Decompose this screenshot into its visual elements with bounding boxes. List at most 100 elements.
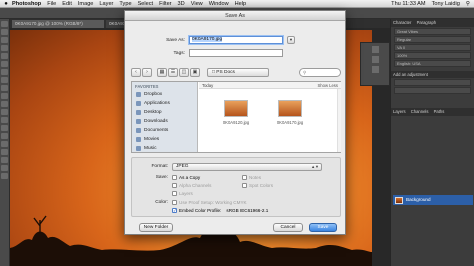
menu-app-name[interactable]: Photoshop (12, 1, 41, 7)
marquee-tool-icon[interactable] (1, 29, 8, 35)
tab-character[interactable]: Character (393, 20, 411, 25)
eraser-tool-icon[interactable] (1, 101, 8, 107)
adjustments-row[interactable] (394, 87, 471, 94)
menu-layer[interactable]: Layer (99, 1, 113, 7)
file-list-scrollbar[interactable] (337, 89, 341, 152)
show-less-link[interactable]: Show Less (318, 82, 338, 89)
tracking-field[interactable]: VA 0 (394, 44, 471, 51)
apple-menu-icon[interactable]: ● (0, 1, 12, 7)
properties-panel-icon[interactable] (371, 56, 379, 63)
layers-panel-tabs: Layers Channels Paths (391, 108, 474, 116)
font-style-select[interactable]: Regular (394, 36, 471, 43)
new-folder-button[interactable]: New Folder (139, 223, 173, 232)
healing-tool-icon[interactable] (1, 69, 8, 75)
tab-channels[interactable]: Channels (411, 109, 429, 114)
alpha-channels-checkbox[interactable]: Alpha Channels (172, 183, 211, 188)
adjustments-row[interactable] (394, 79, 471, 86)
as-a-copy-checkbox[interactable]: As a Copy (172, 175, 200, 180)
quick-select-tool-icon[interactable] (1, 45, 8, 51)
sidebar-item-movies[interactable]: Movies (132, 135, 197, 144)
applications-icon (136, 101, 141, 106)
back-button[interactable]: ‹ (131, 68, 141, 77)
sidebar-item-desktop[interactable]: Desktop (132, 108, 197, 117)
tags-field[interactable] (189, 49, 283, 57)
chevron-down-icon: ▲▼ (311, 164, 319, 169)
sidebar-header: FAVORITES (135, 84, 159, 89)
pen-tool-icon[interactable] (1, 133, 8, 139)
embed-profile-checkbox[interactable]: ✓ Embed Color Profile: sRGB IEC61966-2.1 (172, 208, 268, 213)
clock[interactable]: Thu 11:33 AM (391, 1, 425, 7)
blur-tool-icon[interactable] (1, 117, 8, 123)
language-select[interactable]: English: USA (394, 60, 471, 67)
checkbox-label: As a Copy (179, 175, 201, 180)
tab-layers[interactable]: Layers (393, 109, 406, 114)
list-view-icon[interactable]: ☰ (168, 68, 178, 77)
history-brush-tool-icon[interactable] (1, 93, 8, 99)
menu-help[interactable]: Help (235, 1, 247, 7)
menu-filter[interactable]: Filter (159, 1, 171, 7)
layer-row-background[interactable]: Background (393, 195, 473, 205)
save-button[interactable]: Save (309, 223, 337, 232)
gradient-tool-icon[interactable] (1, 109, 8, 115)
dodge-tool-icon[interactable] (1, 125, 8, 131)
checkbox-label: Notes (249, 175, 262, 180)
save-as-label: Save As: (166, 38, 185, 43)
type-tool-icon[interactable] (1, 141, 8, 147)
shape-tool-icon[interactable] (1, 157, 8, 163)
menu-3d[interactable]: 3D (178, 1, 185, 7)
hand-tool-icon[interactable] (1, 165, 8, 171)
menu-select[interactable]: Select (138, 1, 154, 7)
sidebar-item-music[interactable]: Music (132, 144, 197, 153)
user-name[interactable]: Tony Laidig (432, 1, 460, 7)
search-field[interactable]: ⚲ (299, 68, 341, 77)
document-tab-active[interactable]: 0K0A9170.jpg @ 100% (RGB/8*) (12, 20, 104, 28)
layers-checkbox[interactable]: Layers (172, 191, 193, 196)
menu-file[interactable]: File (47, 1, 56, 7)
crop-tool-icon[interactable] (1, 53, 8, 59)
file-item[interactable]: 0K0A9170.jpg (265, 100, 315, 125)
menu-window[interactable]: Window (209, 1, 229, 7)
eyedropper-tool-icon[interactable] (1, 61, 8, 67)
stamp-tool-icon[interactable] (1, 85, 8, 91)
sidebar-item-dropbox[interactable]: Dropbox (132, 90, 197, 99)
spot-colors-checkbox[interactable]: Spot Colors (242, 183, 273, 188)
column-view-icon[interactable]: ◫ (179, 68, 189, 77)
menu-type[interactable]: Type (119, 1, 131, 7)
brush-tool-icon[interactable] (1, 77, 8, 83)
format-select[interactable]: JPEG ▲▼ (172, 163, 322, 171)
menu-view[interactable]: View (191, 1, 203, 7)
tab-paragraph[interactable]: Paragraph (417, 20, 437, 25)
icon-view-icon[interactable]: ▦ (157, 68, 167, 77)
sidebar-item-downloads[interactable]: Downloads (132, 117, 197, 126)
file-list: Today Show Less 0K0A9120.jpg 0K0A9170.jp… (199, 82, 341, 152)
dialog-title: Save As (125, 11, 345, 21)
forward-button[interactable]: › (142, 68, 152, 77)
sidebar-item-documents[interactable]: Documents (132, 126, 197, 135)
history-panel-icon[interactable] (371, 46, 379, 53)
font-family-select[interactable]: Great Vibes (394, 28, 471, 35)
format-label: Format: (151, 164, 168, 169)
path-select-tool-icon[interactable] (1, 149, 8, 155)
expand-dialog-button[interactable]: ▼ (287, 36, 295, 44)
file-name: 0K0A9120.jpg (222, 120, 250, 125)
save-options-panel: Format: JPEG ▲▼ Save: As a Copy Notes Al… (131, 157, 341, 217)
coverflow-view-icon[interactable]: ▣ (190, 68, 200, 77)
spotlight-icon[interactable]: ⚲ (466, 1, 470, 7)
save-as-field[interactable]: 0K0A9170.jpg (189, 36, 283, 44)
location-popup[interactable]: □ PS Docs (207, 68, 269, 77)
scale-field[interactable]: 100% (394, 52, 471, 59)
notes-checkbox[interactable]: Notes (242, 175, 261, 180)
cancel-button[interactable]: Cancel (273, 223, 303, 232)
menu-edit[interactable]: Edit (62, 1, 72, 7)
brush-panel-icon[interactable] (371, 66, 379, 73)
sidebar-item-label: Documents (144, 128, 169, 133)
tab-paths[interactable]: Paths (434, 109, 445, 114)
sidebar-item-applications[interactable]: Applications (132, 99, 197, 108)
proof-setup-checkbox[interactable]: Use Proof Setup: Working CMYK (172, 200, 247, 205)
checkmark-icon: ✓ (172, 208, 177, 213)
menu-image[interactable]: Image (78, 1, 94, 7)
file-item[interactable]: 0K0A9120.jpg (211, 100, 261, 125)
lasso-tool-icon[interactable] (1, 37, 8, 43)
zoom-tool-icon[interactable] (1, 173, 8, 179)
move-tool-icon[interactable] (1, 21, 8, 27)
